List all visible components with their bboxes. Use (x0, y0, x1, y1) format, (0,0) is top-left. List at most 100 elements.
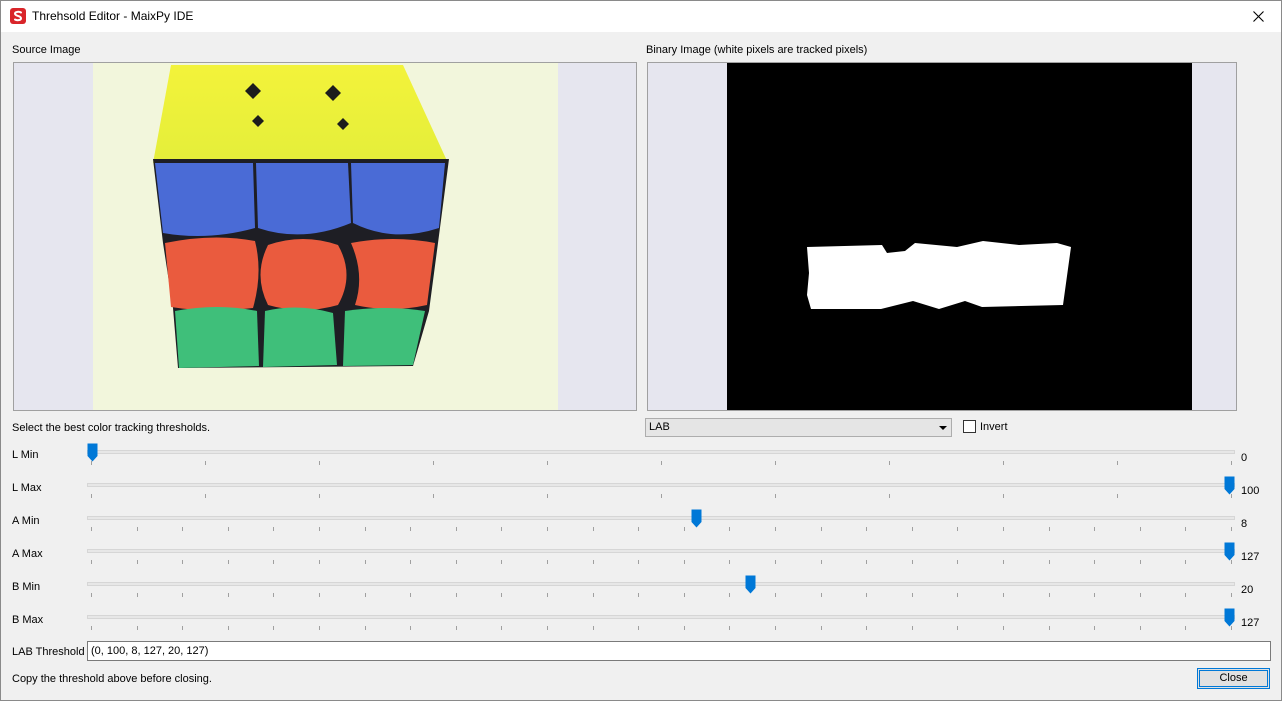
slider-tick (410, 560, 411, 564)
slider-tick (866, 527, 867, 531)
slider-tick (182, 560, 183, 564)
threshold-editor-window: Threhsold Editor - MaixPy IDE Source Ima… (0, 0, 1282, 701)
slider-tick (456, 626, 457, 630)
slider-tick (410, 593, 411, 597)
slider-tick (501, 593, 502, 597)
slider-tick (1140, 593, 1141, 597)
threshold-field[interactable] (87, 641, 1271, 661)
slider-value: 127 (1241, 551, 1260, 563)
slider-tick (638, 527, 639, 531)
slider-tick (182, 593, 183, 597)
slider-tick (228, 527, 229, 531)
slider-tick (638, 593, 639, 597)
slider-tick (273, 593, 274, 597)
slider-thumb[interactable] (1224, 476, 1235, 495)
slider-value: 127 (1241, 617, 1260, 629)
slider-label: A Max (12, 548, 43, 560)
maixpy-app-icon (10, 8, 26, 24)
slider-tick (775, 527, 776, 531)
slider-tick (137, 560, 138, 564)
slider-label: B Min (12, 581, 41, 593)
slider-tick (1117, 461, 1118, 465)
slider-tick (1094, 560, 1095, 564)
slider-tick (205, 461, 206, 465)
slider-tick (1049, 527, 1050, 531)
slider-tick (1094, 527, 1095, 531)
slider-tick (775, 461, 776, 465)
slider-tick (1049, 593, 1050, 597)
slider-value: 0 (1241, 452, 1248, 464)
slider-tick (821, 527, 822, 531)
invert-label: Invert (980, 421, 1008, 433)
slider-tick (638, 626, 639, 630)
slider-row: L Min 0 (1, 443, 1282, 482)
binary-image (727, 63, 1192, 410)
window-close-icon[interactable] (1235, 1, 1281, 32)
slider-tick (1231, 593, 1232, 597)
slider-tick (501, 527, 502, 531)
close-button[interactable]: Close (1197, 668, 1270, 689)
slider-tick (957, 527, 958, 531)
slider-thumb[interactable] (87, 443, 98, 462)
slider-tick (1117, 494, 1118, 498)
slider-tick (456, 527, 457, 531)
slider-tick (889, 494, 890, 498)
slider-tick (1140, 560, 1141, 564)
slider-track[interactable] (87, 582, 1235, 586)
slider-tick (661, 461, 662, 465)
slider-tick (1140, 527, 1141, 531)
slider-tick (729, 527, 730, 531)
slider-tick (729, 593, 730, 597)
color-space-select[interactable]: LAB (645, 418, 952, 437)
slider-tick (957, 626, 958, 630)
slider-tick (1094, 593, 1095, 597)
slider-tick (593, 626, 594, 630)
slider-tick (866, 593, 867, 597)
slider-tick (729, 626, 730, 630)
slider-tick (912, 560, 913, 564)
invert-checkbox[interactable] (963, 420, 976, 433)
title-bar[interactable]: Threhsold Editor - MaixPy IDE (1, 1, 1281, 32)
slider-tick (1140, 626, 1141, 630)
slider-tick (456, 593, 457, 597)
slider-tick (1049, 560, 1050, 564)
slider-tick (410, 626, 411, 630)
slider-tick (456, 560, 457, 564)
slider-tick (661, 494, 662, 498)
slider-tick (547, 593, 548, 597)
slider-tick (1003, 527, 1004, 531)
slider-tick (365, 593, 366, 597)
slider-tick (91, 527, 92, 531)
slider-tick (547, 494, 548, 498)
instructions-text: Select the best color tracking threshold… (12, 422, 211, 434)
slider-tick (547, 560, 548, 564)
slider-tick (501, 626, 502, 630)
slider-tick (866, 560, 867, 564)
source-image-frame (13, 62, 637, 411)
source-image (93, 63, 558, 410)
slider-value: 100 (1241, 485, 1260, 497)
slider-thumb[interactable] (1224, 542, 1235, 561)
slider-track[interactable] (87, 483, 1235, 487)
slider-ticks (91, 593, 1232, 597)
slider-track[interactable] (87, 450, 1235, 454)
slider-tick (1185, 560, 1186, 564)
slider-tick (684, 560, 685, 564)
slider-ticks (91, 461, 1232, 465)
binary-image-label: Binary Image (white pixels are tracked p… (646, 44, 868, 56)
slider-tick (91, 626, 92, 630)
slider-track[interactable] (87, 615, 1235, 619)
slider-tick (821, 560, 822, 564)
slider-thumb[interactable] (1224, 608, 1235, 627)
slider-thumb[interactable] (691, 509, 702, 528)
slider-tick (1049, 626, 1050, 630)
slider-tick (205, 494, 206, 498)
slider-tick (137, 626, 138, 630)
slider-row: A Min 8 (1, 509, 1282, 548)
slider-tick (410, 527, 411, 531)
slider-tick (866, 626, 867, 630)
slider-tick (319, 593, 320, 597)
slider-track[interactable] (87, 516, 1235, 520)
slider-thumb[interactable] (745, 575, 756, 594)
slider-track[interactable] (87, 549, 1235, 553)
